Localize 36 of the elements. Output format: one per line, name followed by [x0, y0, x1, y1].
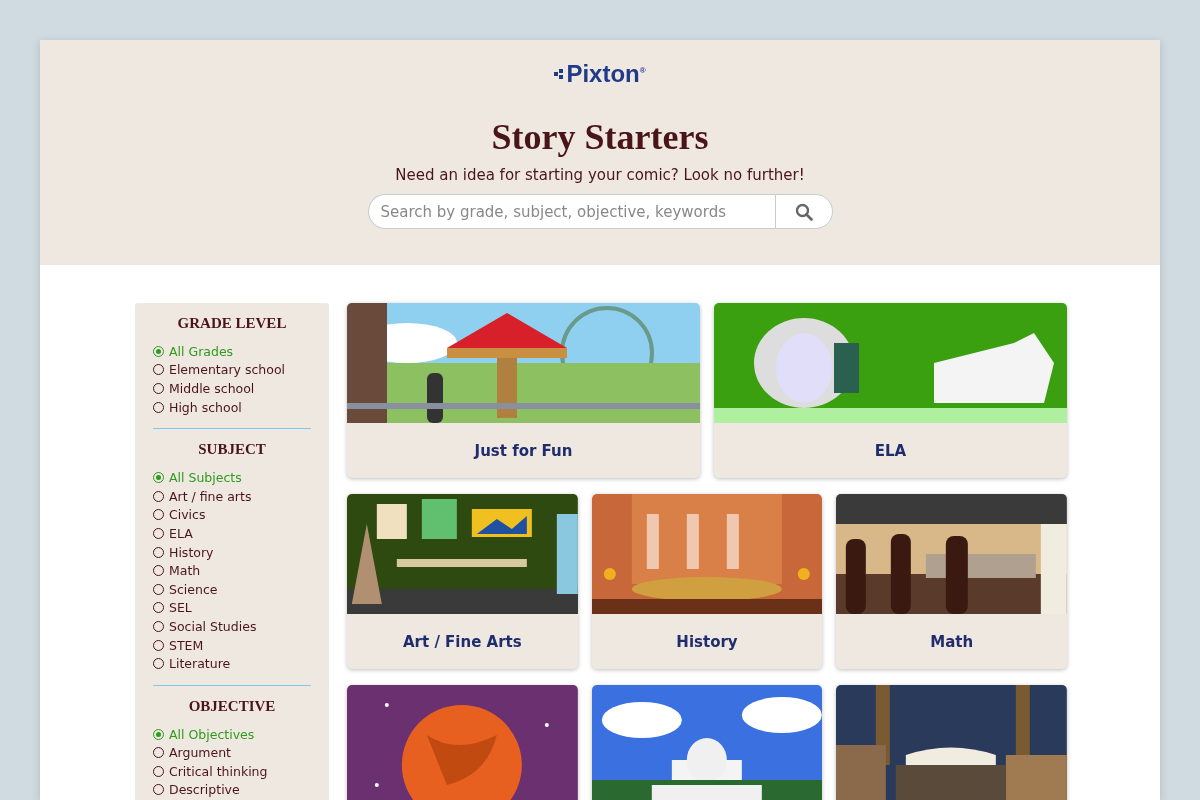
filter-option[interactable]: STEM: [169, 637, 204, 653]
story-card[interactable]: Art / Fine Arts: [347, 494, 578, 669]
filter-option[interactable]: Social Studies: [169, 618, 257, 634]
filter-option[interactable]: SEL: [169, 600, 192, 616]
filter-option[interactable]: Argument: [169, 745, 232, 761]
logo-mark-icon: [554, 69, 565, 79]
filter-option[interactable]: Middle school: [169, 381, 255, 396]
filter-option[interactable]: Elementary school: [169, 362, 285, 378]
story-card[interactable]: History: [591, 494, 823, 669]
card-title: Just for Fun: [472, 440, 574, 462]
search-icon: [794, 202, 813, 221]
story-card[interactable]: Math: [836, 494, 1067, 669]
search-button[interactable]: [774, 194, 833, 229]
filter-heading: GRADE LEVEL: [176, 315, 288, 332]
card-title: Math: [929, 631, 975, 653]
story-card[interactable]: ELA: [714, 303, 1067, 478]
logo[interactable]: Pixton$^{®}$: [566, 60, 646, 88]
card-title: Art / Fine Arts: [402, 631, 523, 653]
filter-option[interactable]: Art / fine arts: [169, 488, 252, 504]
card-title: History: [675, 631, 739, 653]
filter-option[interactable]: Critical thinking: [169, 763, 268, 779]
filter-option[interactable]: Civics: [169, 507, 206, 523]
search-field[interactable]: Search by grade, subject, objective, keywords: [367, 194, 775, 229]
filter-option[interactable]: Science: [169, 581, 218, 597]
filter-option[interactable]: Literature: [169, 656, 231, 672]
card-title: ELA: [873, 440, 908, 462]
filter-option[interactable]: Math: [169, 563, 201, 579]
filter-heading: SUBJECT: [197, 441, 267, 459]
filter-option[interactable]: ELA: [169, 525, 193, 541]
subtitle: Need an idea for starting your comic? Look no further!: [395, 166, 805, 184]
story-card[interactable]: Just for Fun: [347, 303, 700, 478]
filter-option[interactable]: History: [169, 544, 214, 560]
filter-heading: OBJECTIVE: [187, 697, 277, 715]
page-title: Story Starters: [491, 116, 709, 158]
filter-option[interactable]: Descriptive: [169, 782, 240, 798]
filter-option[interactable]: High school: [169, 399, 242, 415]
